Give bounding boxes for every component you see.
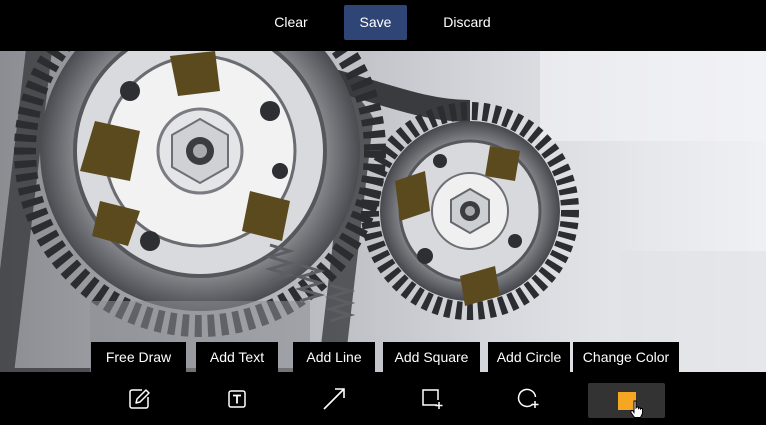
add-circle-button[interactable] — [513, 384, 543, 414]
tooltip-change-color: Change Color — [573, 342, 679, 372]
tooltip-add-square: Add Square — [383, 342, 480, 372]
save-button[interactable]: Save — [344, 5, 407, 40]
tooltip-free-draw: Free Draw — [91, 342, 186, 372]
clear-button[interactable]: Clear — [266, 5, 316, 40]
square-add-icon — [422, 389, 443, 409]
tooltip-add-text: Add Text — [196, 342, 278, 372]
tooltip-add-circle: Add Circle — [488, 342, 570, 372]
pencil-icon — [129, 389, 150, 409]
free-draw-button[interactable] — [124, 384, 154, 414]
hand-cursor-icon — [630, 400, 643, 418]
add-text-button[interactable] — [222, 384, 252, 414]
top-bar: Clear Save Discard — [0, 0, 766, 50]
discard-button[interactable]: Discard — [436, 5, 498, 40]
drawing-toolbar — [0, 372, 766, 425]
circle-add-icon — [517, 388, 539, 408]
change-color-button[interactable] — [588, 383, 665, 418]
line-icon — [323, 388, 345, 410]
add-square-button[interactable] — [417, 384, 447, 414]
image-canvas[interactable] — [0, 51, 766, 372]
tooltip-add-line: Add Line — [293, 342, 375, 372]
gear-photo — [0, 51, 766, 372]
text-icon — [228, 390, 246, 408]
add-line-button[interactable] — [319, 384, 349, 414]
